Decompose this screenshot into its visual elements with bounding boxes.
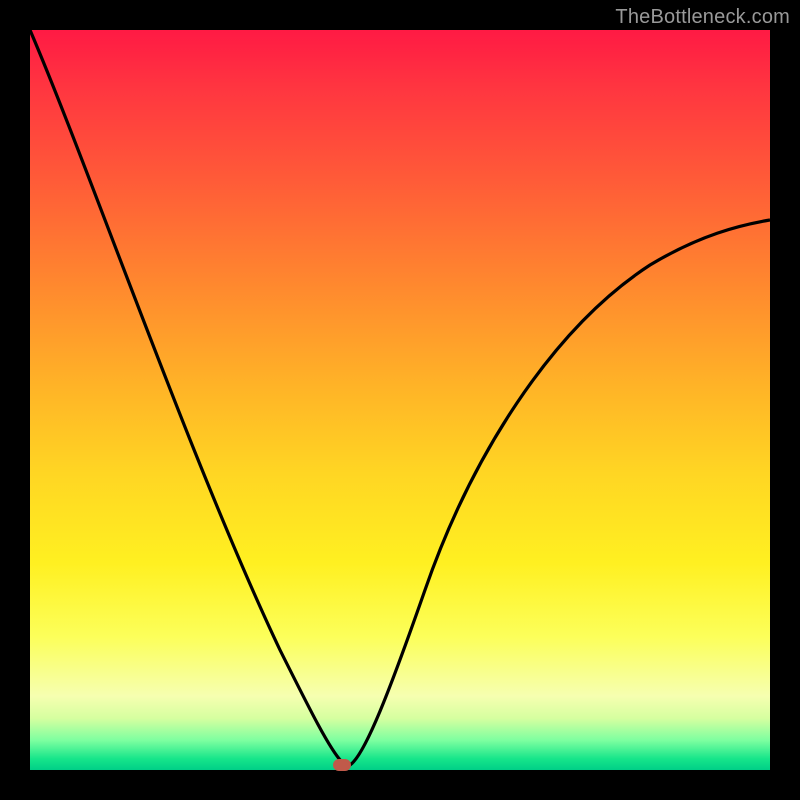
bottleneck-curve-path [30, 30, 770, 765]
optimal-point-marker [333, 759, 351, 771]
watermark-text: TheBottleneck.com [615, 6, 790, 29]
curve-svg [30, 30, 770, 770]
chart-frame: TheBottleneck.com [0, 0, 800, 800]
plot-area [30, 30, 770, 770]
